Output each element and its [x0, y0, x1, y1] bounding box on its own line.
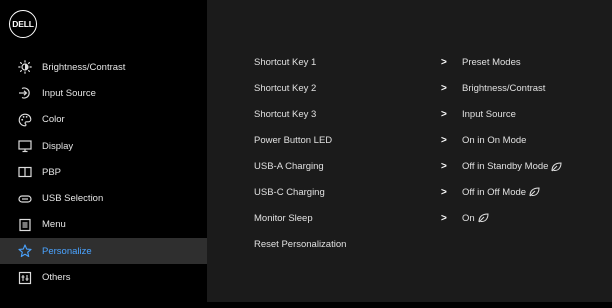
- sidebar-item-label: Menu: [42, 219, 66, 231]
- dell-logo: DELL: [9, 10, 37, 38]
- chevron-right-icon: >: [441, 186, 447, 198]
- sidebar-item-display[interactable]: Display: [0, 133, 207, 159]
- display-icon: [18, 139, 32, 153]
- sidebar-item-label: Display: [42, 140, 74, 152]
- sidebar-item-menu[interactable]: Menu: [0, 212, 207, 238]
- settings-row-shortcut-key-3[interactable]: Shortcut Key 3 > Input Source: [207, 102, 612, 128]
- sidebar-item-personalize[interactable]: Personalize: [0, 238, 207, 265]
- setting-value: Off in Standby Mode: [462, 161, 562, 172]
- bottom-bar: [0, 302, 612, 308]
- sidebar: DELL Brightness/Contrast Input Source Co…: [0, 0, 207, 308]
- sidebar-item-brightness-contrast[interactable]: Brightness/Contrast: [0, 54, 207, 80]
- setting-value-text: Input Source: [462, 109, 516, 121]
- sidebar-item-color[interactable]: Color: [0, 107, 207, 133]
- setting-name: Shortcut Key 2: [254, 83, 317, 95]
- setting-name: Shortcut Key 1: [254, 57, 317, 69]
- sidebar-item-others[interactable]: Others: [0, 264, 207, 290]
- setting-name: USB-C Charging: [254, 186, 325, 198]
- settings-row-power-button-led[interactable]: Power Button LED > On in On Mode: [207, 128, 612, 154]
- settings-row-shortcut-key-1[interactable]: Shortcut Key 1 > Preset Modes: [207, 50, 612, 76]
- settings-row-usb-c-charging[interactable]: USB-C Charging > Off in Off Mode: [207, 179, 612, 205]
- sidebar-item-label: USB Selection: [42, 193, 104, 205]
- setting-name: USB-A Charging: [254, 161, 324, 172]
- usb-icon: [18, 192, 32, 206]
- brightness-icon: [18, 60, 32, 74]
- sidebar-item-label: Brightness/Contrast: [42, 61, 126, 73]
- setting-value-text: Brightness/Contrast: [462, 83, 546, 95]
- setting-value-text: On in On Mode: [462, 135, 527, 147]
- logo-text: DELL: [12, 19, 34, 29]
- chevron-right-icon: >: [441, 161, 447, 172]
- others-icon: [18, 271, 32, 285]
- setting-name: Monitor Sleep: [254, 212, 313, 224]
- setting-value: On: [462, 213, 489, 224]
- setting-value: Brightness/Contrast: [462, 83, 545, 94]
- setting-name: Power Button LED: [254, 135, 333, 147]
- chevron-right-icon: >: [441, 57, 447, 69]
- setting-value: Preset Modes: [462, 57, 521, 68]
- setting-value-text: Off in Standby Mode: [462, 161, 549, 172]
- settings-row-monitor-sleep[interactable]: Monitor Sleep > On: [207, 205, 612, 231]
- setting-value-text: Preset Modes: [462, 57, 521, 69]
- sidebar-item-label: Input Source: [42, 87, 96, 99]
- menu-icon: [18, 218, 32, 232]
- eco-leaf-icon: [529, 187, 540, 197]
- sidebar-item-pbp[interactable]: PBP: [0, 159, 207, 185]
- setting-value: Input Source: [462, 109, 516, 120]
- setting-value: Off in Off Mode: [462, 187, 540, 198]
- eco-leaf-icon: [478, 213, 489, 223]
- sidebar-menu: Brightness/Contrast Input Source Color D…: [0, 54, 207, 291]
- chevron-right-icon: >: [441, 109, 447, 121]
- sidebar-item-label: Color: [42, 114, 65, 126]
- sidebar-item-input-source[interactable]: Input Source: [0, 80, 207, 106]
- sidebar-item-label: Personalize: [42, 245, 92, 257]
- chevron-right-icon: >: [441, 83, 447, 95]
- setting-value-text: Off in Off Mode: [462, 186, 527, 198]
- settings-list: Shortcut Key 1 > Preset Modes Shortcut K…: [207, 50, 612, 257]
- settings-row-usb-a-charging[interactable]: USB-A Charging > Off in Standby Mode: [207, 154, 612, 180]
- input-source-icon: [18, 86, 32, 100]
- sidebar-item-label: Others: [42, 272, 71, 284]
- settings-row-shortcut-key-2[interactable]: Shortcut Key 2 > Brightness/Contrast: [207, 76, 612, 102]
- setting-value: On in On Mode: [462, 135, 526, 146]
- chevron-right-icon: >: [441, 212, 447, 224]
- settings-row-reset-personalization[interactable]: Reset Personalization: [207, 231, 612, 257]
- star-icon: [18, 244, 32, 258]
- setting-value-text: On: [462, 212, 475, 224]
- setting-name: Reset Personalization: [254, 238, 347, 250]
- setting-name: Shortcut Key 3: [254, 109, 317, 121]
- color-palette-icon: [18, 113, 32, 127]
- pbp-icon: [18, 165, 32, 179]
- eco-leaf-icon: [551, 161, 562, 172]
- chevron-right-icon: >: [441, 135, 447, 147]
- sidebar-item-usb-selection[interactable]: USB Selection: [0, 185, 207, 211]
- sidebar-item-label: PBP: [42, 166, 62, 178]
